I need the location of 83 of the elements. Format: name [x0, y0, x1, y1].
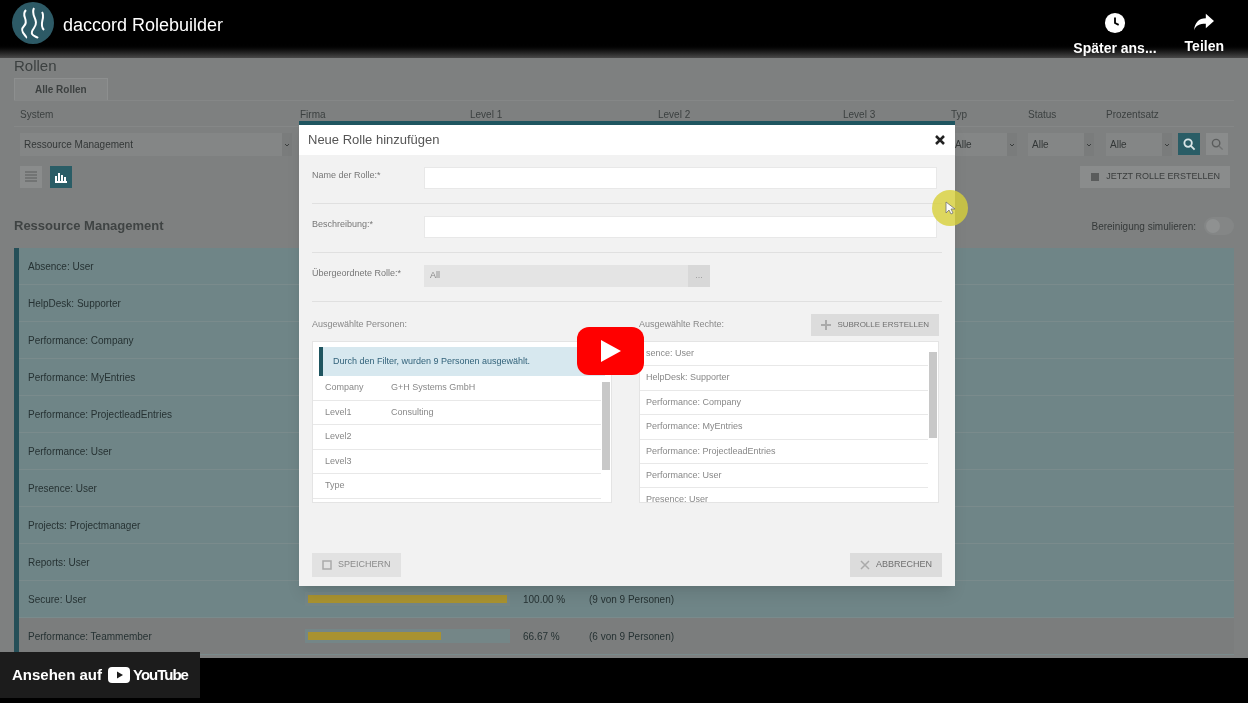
person-attribute: Level1 [325, 405, 353, 419]
right-item: Performance: MyEntries [640, 415, 928, 440]
field-label: Name der Rolle:* [312, 169, 382, 182]
section-title: Ressource Management [14, 217, 164, 236]
chevron-down-icon [1084, 133, 1094, 156]
role-name: Performance: User [28, 444, 113, 459]
filter-label: System [20, 108, 55, 122]
filter-label: Typ [951, 108, 969, 122]
cancel-button[interactable]: ABBRECHEN [850, 553, 942, 577]
select-field[interactable]: All ... [424, 265, 710, 287]
clear-search-button[interactable] [1206, 133, 1228, 155]
filter-notice: Durch den Filter, wurden 9 Personen ausgewählt. [319, 347, 605, 376]
close-icon [860, 560, 870, 570]
grid-icon [24, 170, 38, 184]
cursor-icon [945, 201, 955, 215]
percent-text: 100.00 % [523, 592, 567, 607]
filter-label: Level 1 [470, 108, 504, 122]
person-attribute: Level2 [325, 430, 353, 443]
role-name: Performance: MyEntries [28, 370, 137, 385]
search-button[interactable] [1178, 133, 1200, 155]
toggle-label: Bereinigung simulieren: [1091, 219, 1196, 234]
right-item: Performance: User [640, 463, 928, 489]
count-text: (6 von 9 Personen) [589, 629, 675, 644]
person-attribute: Level3 [325, 454, 353, 468]
percent-text: 66.67 % [523, 629, 561, 644]
bar-chart-icon [54, 171, 68, 183]
person-attribute-value: G+H Systems GmbH [391, 381, 476, 394]
close-icon [934, 134, 946, 146]
clock-icon [1103, 12, 1126, 34]
role-name: Performance: ProjectleadEntries [28, 407, 173, 422]
play-icon [600, 340, 621, 362]
dialog-title: Neue Rolle hinzufügen [308, 131, 440, 150]
chevron-down-icon [282, 133, 292, 156]
filter-label: Firma [300, 108, 327, 122]
page-title: Rollen [14, 58, 58, 74]
save-icon [1090, 172, 1101, 182]
close-button[interactable] [934, 134, 946, 146]
share-icon [1193, 12, 1216, 32]
channel-logo[interactable] [12, 2, 54, 44]
filter-select[interactable]: Ressource Management [20, 133, 292, 156]
person-attribute: Company [325, 381, 365, 394]
role-name: Absence: User [28, 259, 95, 274]
chart-view-button[interactable] [50, 166, 72, 188]
role-row[interactable]: Secure: User 100.00 % (9 von 9 Personen) [19, 581, 1234, 618]
text-field[interactable] [424, 216, 937, 238]
chevron-down-icon [1007, 133, 1017, 156]
role-name: Secure: User [28, 592, 88, 607]
persons-label: Ausgewählte Personen: [312, 317, 409, 331]
role-name: Performance: Teammember [28, 629, 153, 644]
tab[interactable]: Alle Rollen [14, 78, 108, 100]
save-icon [322, 560, 332, 570]
play-logo-icon [108, 667, 130, 683]
role-name: HelpDesk: Supporter [28, 296, 122, 311]
filter-select[interactable]: Alle [1028, 133, 1094, 156]
chevron-down-icon [1162, 133, 1172, 156]
right-item: Performance: ProjectleadEntries [640, 439, 928, 464]
field-label: Beschreibung:* [312, 218, 375, 231]
right-item: Presence: User [640, 488, 928, 502]
role-name: Projects: Projectmanager [28, 518, 142, 533]
role-name: Reports: User [28, 555, 91, 570]
search-icon [1182, 137, 1196, 151]
field-label: Übergeordnete Rolle:* [312, 267, 403, 280]
play-button[interactable] [577, 327, 644, 375]
create-role-button[interactable]: JETZT ROLLE ERSTELLEN [1080, 166, 1230, 188]
role-name: Performance: Company [28, 333, 135, 348]
video-title[interactable]: daccord Rolebuilder [63, 12, 224, 39]
person-attribute-value: Consulting [391, 405, 434, 419]
rights-label: Ausgewählte Rechte: [639, 317, 725, 331]
filter-label: Level 3 [843, 108, 877, 122]
right-item: Performance: Company [640, 390, 928, 416]
right-item: HelpDesk: Supporter [640, 366, 928, 391]
share-button[interactable]: Teilen [1184, 12, 1224, 59]
filter-label: Prozentsatz [1106, 108, 1160, 122]
filter-label: Status [1028, 108, 1058, 122]
person-attribute: Type [325, 479, 346, 492]
watch-later-button[interactable]: Später ans... [1073, 12, 1157, 59]
watch-on-youtube-button[interactable]: Ansehen auf YouTube [0, 652, 200, 698]
create-subrole-button[interactable]: SUBROLLE ERSTELLEN [811, 313, 939, 336]
search-icon [1210, 137, 1224, 151]
role-name: Presence: User [28, 481, 98, 496]
plus-icon [821, 319, 832, 330]
filter-select[interactable]: Alle [1106, 133, 1172, 156]
count-text: (9 von 9 Personen) [589, 592, 675, 607]
